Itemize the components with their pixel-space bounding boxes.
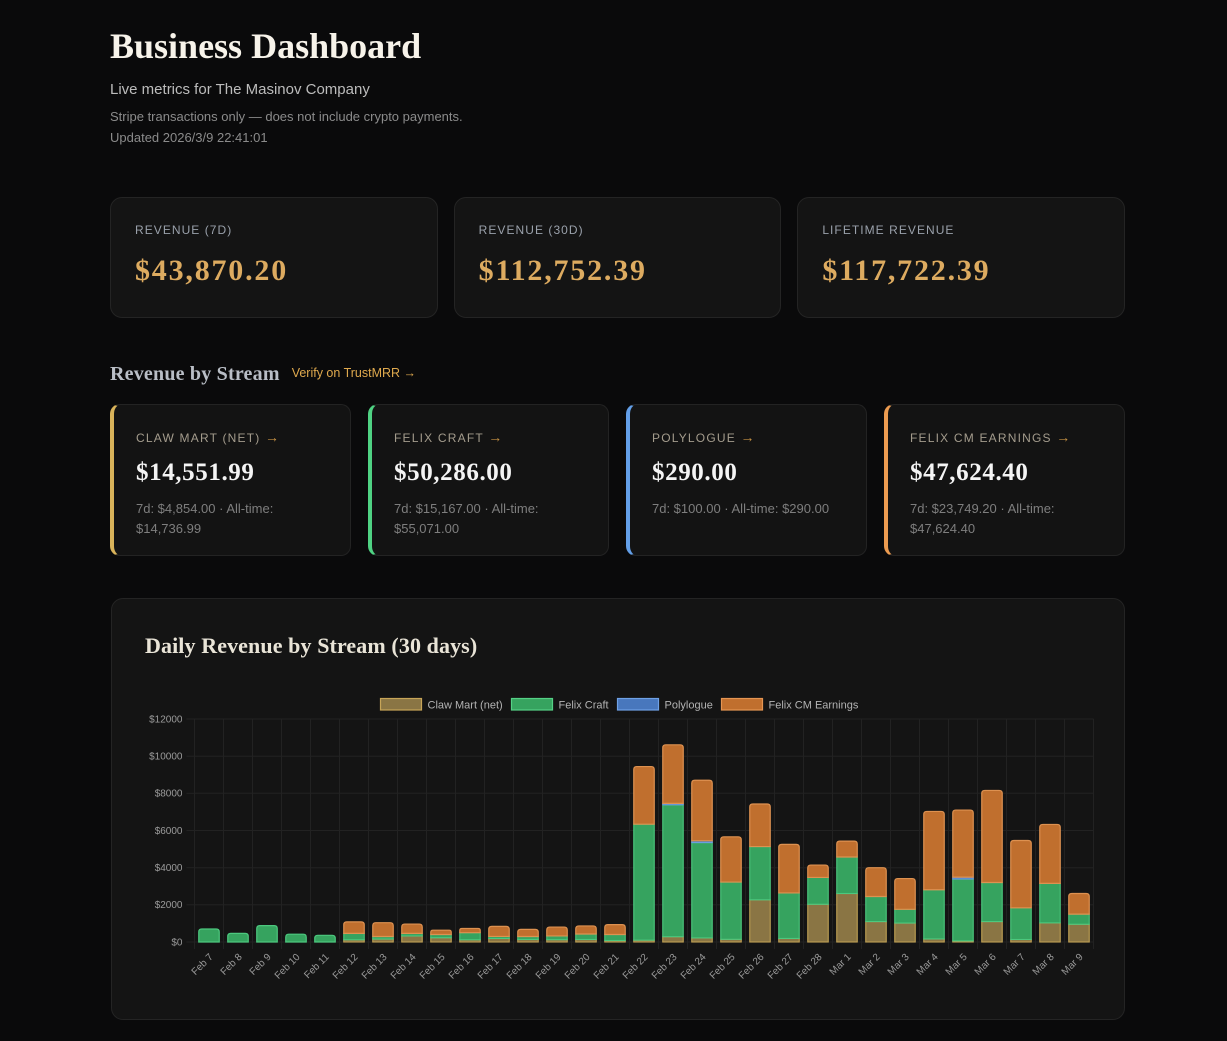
svg-text:Feb 9: Feb 9	[248, 952, 274, 978]
svg-text:Feb 21: Feb 21	[592, 952, 622, 982]
svg-text:Mar 4: Mar 4	[915, 952, 941, 978]
svg-text:Feb 10: Feb 10	[273, 952, 303, 982]
svg-text:$0: $0	[171, 937, 183, 948]
svg-text:Felix CM Earnings: Felix CM Earnings	[769, 699, 859, 711]
svg-text:Feb 22: Feb 22	[621, 952, 651, 982]
svg-text:Feb 23: Feb 23	[650, 952, 680, 982]
svg-text:Felix Craft: Felix Craft	[559, 699, 609, 711]
svg-text:$12000: $12000	[149, 714, 183, 725]
svg-text:Feb 25: Feb 25	[708, 952, 738, 982]
svg-text:Polylogue: Polylogue	[665, 699, 713, 711]
svg-text:Mar 3: Mar 3	[886, 952, 912, 978]
svg-text:Feb 28: Feb 28	[795, 952, 825, 982]
svg-text:Feb 19: Feb 19	[534, 952, 564, 982]
svg-text:Feb 17: Feb 17	[476, 952, 506, 982]
svg-text:$2000: $2000	[155, 900, 183, 911]
svg-text:Mar 6: Mar 6	[973, 952, 999, 978]
svg-text:Feb 7: Feb 7	[190, 952, 216, 978]
svg-text:$4000: $4000	[155, 863, 183, 874]
svg-text:Feb 27: Feb 27	[766, 952, 796, 982]
svg-text:Feb 14: Feb 14	[389, 952, 419, 982]
svg-text:Feb 12: Feb 12	[331, 952, 361, 982]
svg-text:Feb 8: Feb 8	[219, 952, 245, 978]
svg-text:Mar 2: Mar 2	[857, 952, 883, 978]
svg-text:$6000: $6000	[155, 826, 183, 837]
svg-text:Mar 8: Mar 8	[1031, 952, 1057, 978]
svg-text:Feb 16: Feb 16	[447, 952, 477, 982]
svg-text:Feb 11: Feb 11	[302, 952, 332, 982]
svg-text:Feb 24: Feb 24	[679, 952, 709, 982]
svg-text:Mar 7: Mar 7	[1002, 952, 1028, 978]
svg-text:Mar 9: Mar 9	[1060, 952, 1086, 978]
svg-text:Mar 5: Mar 5	[944, 952, 970, 978]
svg-text:$10000: $10000	[149, 752, 183, 763]
svg-text:Feb 18: Feb 18	[505, 952, 535, 982]
svg-text:Mar 1: Mar 1	[828, 952, 854, 978]
svg-text:$8000: $8000	[155, 789, 183, 800]
svg-text:Feb 15: Feb 15	[418, 952, 448, 982]
svg-text:Feb 20: Feb 20	[563, 952, 593, 982]
svg-text:Feb 13: Feb 13	[360, 952, 390, 982]
svg-text:Claw Mart (net): Claw Mart (net)	[428, 699, 503, 711]
svg-text:Feb 26: Feb 26	[737, 952, 767, 982]
